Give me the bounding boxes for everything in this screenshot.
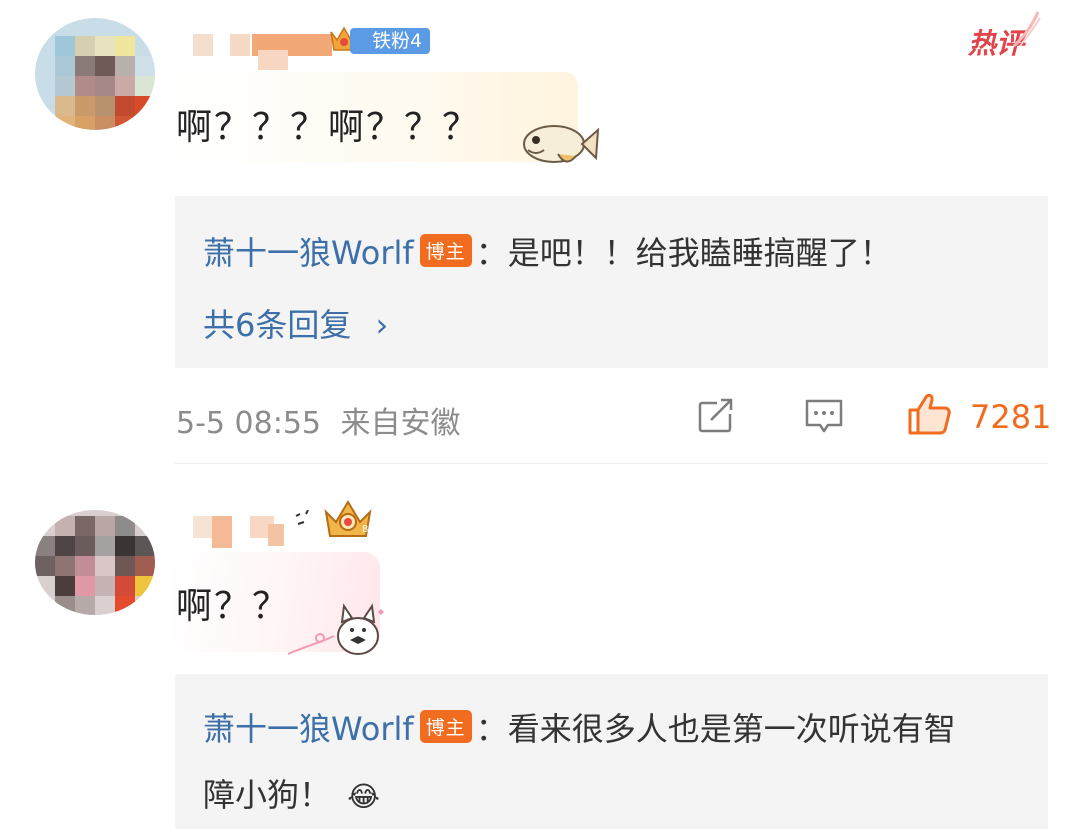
- avatar[interactable]: [35, 510, 155, 615]
- reply-text-line1: ：看来很多人也是第一次听说有智: [475, 710, 956, 748]
- blogger-badge: 博主: [419, 710, 472, 743]
- comment-text: 啊？？: [176, 586, 291, 627]
- fish-sticker-icon: [518, 116, 600, 172]
- comment-meta: 5-5 08:55 来自安徽: [176, 398, 461, 442]
- reply-preview-box[interactable]: 萧十一狼Worlf 博主 ：是吧！！给我瞌睡搞醒了！ 共6条回复 ›: [175, 196, 1048, 368]
- reply-preview-box[interactable]: 萧十一狼Worlf 博主 ：看来很多人也是第一次听说有智 障小狗！ 😂: [175, 674, 1048, 829]
- cat-sticker-icon: [286, 596, 390, 658]
- reply-line-2: 障小狗！ 😂: [203, 770, 380, 816]
- reply-author-link[interactable]: 萧十一狼Worlf: [203, 710, 414, 748]
- share-icon[interactable]: [697, 398, 737, 434]
- comment-time: 5-5 08:55: [176, 406, 321, 441]
- comment-location: 来自安徽: [340, 406, 461, 441]
- avatar[interactable]: [35, 18, 155, 130]
- sparkle-icon: [292, 509, 314, 532]
- more-replies-label[interactable]: 共6条回复: [203, 306, 351, 344]
- reply-author-link[interactable]: 萧十一狼Worlf: [203, 234, 414, 272]
- svg-text:8: 8: [362, 524, 368, 535]
- hot-flame-icon: [1008, 8, 1042, 48]
- reply-line: 萧十一狼Worlf 博主 ：是吧！！给我瞌睡搞醒了！: [203, 228, 892, 274]
- reply-text-line2: 障小狗！: [203, 776, 332, 814]
- comment-icon[interactable]: [804, 398, 844, 436]
- laughing-tears-emoji-icon: 😂: [347, 780, 380, 813]
- reply-line: 萧十一狼Worlf 博主 ：看来很多人也是第一次听说有智: [203, 704, 956, 750]
- fan-level-badge: 铁粉4: [350, 28, 431, 54]
- like-count: 7281: [970, 398, 1052, 436]
- comment-text: 啊？？？啊？？？: [176, 107, 481, 148]
- view-all-replies-link[interactable]: 共6条回复 ›: [203, 300, 388, 346]
- crown-level-badge-icon: 8: [322, 498, 374, 542]
- like-icon[interactable]: [906, 392, 952, 436]
- blogger-badge: 博主: [419, 234, 472, 267]
- divider: [175, 463, 1048, 464]
- chevron-right-icon: ›: [375, 306, 389, 344]
- reply-text: ：是吧！！给我瞌睡搞醒了！: [475, 234, 892, 272]
